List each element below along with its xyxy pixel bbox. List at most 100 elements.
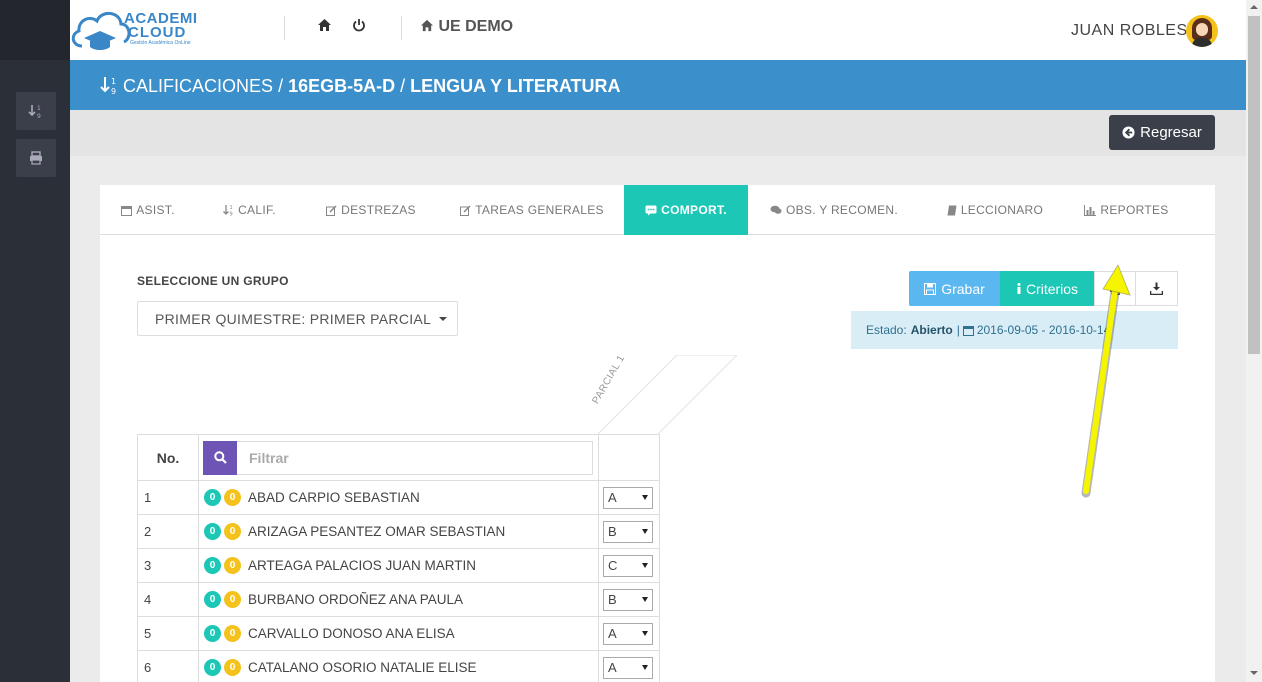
scroll-down-icon[interactable] <box>1250 671 1258 675</box>
count-badge[interactable]: 0 <box>204 659 221 676</box>
page-scrollbar[interactable] <box>1246 0 1262 682</box>
grade-cell: A <box>598 616 660 651</box>
breadcrumb-subject: LENGUA Y LITERATURA <box>410 76 621 96</box>
count-badge[interactable]: 0 <box>224 489 241 506</box>
student-name[interactable]: ABAD CARPIO SEBASTIAN <box>248 490 420 505</box>
grade-value: A <box>608 626 617 641</box>
dropdown-arrow-icon <box>642 563 648 568</box>
page-title: 19 CALIFICACIONES / 16EGB-5A-D / LENGUA … <box>100 75 621 97</box>
count-badge[interactable]: 0 <box>204 489 221 506</box>
logo-text-cloud: CLOUD <box>128 24 187 41</box>
home-icon <box>420 19 434 32</box>
grade-select[interactable]: A <box>603 486 653 509</box>
status-value: Abierto <box>910 323 953 337</box>
divider <box>401 16 402 40</box>
table-row: 6 0 0 CATALANO OSORIO NATALIE ELISE A <box>137 650 660 682</box>
tab-observaciones[interactable]: OBS. Y RECOMEN. <box>748 185 920 235</box>
tab-label: ASIST. <box>136 203 175 217</box>
back-button[interactable]: Regresar <box>1109 115 1215 150</box>
sidebar-header <box>0 0 70 60</box>
grade-value: A <box>608 660 617 675</box>
scrollbar-thumb[interactable] <box>1248 16 1260 354</box>
left-sidebar: 19 <box>0 0 70 682</box>
tab-calificaciones[interactable]: 19 CALIF. <box>196 185 303 235</box>
save-icon <box>924 282 937 295</box>
count-badge[interactable]: 0 <box>224 523 241 540</box>
count-badge[interactable]: 0 <box>224 591 241 608</box>
tab-label: OBS. Y RECOMEN. <box>785 203 899 217</box>
count-badge[interactable]: 0 <box>204 591 221 608</box>
count-badge[interactable]: 0 <box>204 625 221 642</box>
tab-tareas-generales[interactable]: TAREAS GENERALES <box>439 185 625 235</box>
status-prefix: Estado: <box>866 323 907 337</box>
student-name[interactable]: CATALANO OSORIO NATALIE ELISE <box>248 660 477 675</box>
student-name[interactable]: CARVALLO DONOSO ANA ELISA <box>248 626 455 641</box>
sort-numeric-icon: 19 <box>223 205 233 216</box>
institution-label: UE DEMO <box>438 18 514 35</box>
count-badge[interactable]: 0 <box>224 659 241 676</box>
student-cell: 0 0 CARVALLO DONOSO ANA ELISA <box>198 616 599 651</box>
student-name[interactable]: ARIZAGA PESANTEZ OMAR SEBASTIAN <box>248 524 505 539</box>
sort-numeric-icon: 19 <box>28 105 41 119</box>
tab-destrezas[interactable]: DESTREZAS <box>303 185 439 235</box>
count-badge[interactable]: 0 <box>204 557 221 574</box>
tab-asistencia[interactable]: ASIST. <box>100 185 196 235</box>
group-dropdown[interactable]: PRIMER QUIMESTRE: PRIMER PARCIAL <box>137 301 458 336</box>
dropdown-arrow-icon <box>642 597 648 602</box>
grade-select[interactable]: B <box>603 588 653 611</box>
row-number: 5 <box>137 616 199 651</box>
breadcrumb-section: CALIFICACIONES <box>123 76 274 96</box>
calendar-icon <box>962 325 974 336</box>
filter-input[interactable]: Filtrar <box>237 440 593 475</box>
grade-cell: A <box>598 480 660 515</box>
power-icon[interactable] <box>352 18 366 36</box>
comments-icon <box>770 205 782 214</box>
count-badge[interactable]: 0 <box>204 523 221 540</box>
grade-select[interactable]: B <box>603 520 653 543</box>
annotation-arrow <box>1081 263 1131 498</box>
table-row: 2 0 0 ARIZAGA PESANTEZ OMAR SEBASTIAN B <box>137 514 660 549</box>
tab-label: TAREAS GENERALES <box>475 203 604 217</box>
table-row: 5 0 0 CARVALLO DONOSO ANA ELISA A <box>137 616 660 651</box>
grade-value: B <box>608 524 617 539</box>
grade-cell: A <box>598 650 660 682</box>
grade-select[interactable]: A <box>603 622 653 645</box>
download-icon <box>1150 282 1163 295</box>
student-name[interactable]: ARTEAGA PALACIOS JUAN MARTIN <box>248 558 476 573</box>
count-badge[interactable]: 0 <box>224 625 241 642</box>
edit-icon <box>460 204 471 216</box>
search-button[interactable] <box>203 440 237 475</box>
tab-reportes[interactable]: REPORTES <box>1070 185 1183 235</box>
column-header-no: No. <box>137 434 199 481</box>
students-table: No. Filtrar 1 0 0 ABAD CARPIO SEBASTIAN A 2 0 0… <box>137 434 660 682</box>
sidebar-print-button[interactable] <box>16 139 56 177</box>
sidebar-grades-button[interactable]: 19 <box>16 92 56 130</box>
institution-name[interactable]: UE DEMO <box>420 18 513 36</box>
user-name[interactable]: JUAN ROBLES <box>1071 22 1188 40</box>
student-name[interactable]: BURBANO ORDOÑEZ ANA PAULA <box>248 592 463 607</box>
row-number: 6 <box>137 650 199 682</box>
search-icon <box>213 451 227 464</box>
main-panel: ASIST. 19 CALIF. DESTREZAS TAREAS GENERA… <box>100 185 1215 682</box>
comment-icon <box>645 205 657 215</box>
home-icon[interactable] <box>317 18 332 36</box>
scroll-up-icon[interactable] <box>1250 5 1258 9</box>
tab-comportamiento[interactable]: COMPORT. <box>624 185 748 235</box>
tab-leccionario[interactable]: LECCIONARO <box>920 185 1070 235</box>
count-badge[interactable]: 0 <box>224 557 241 574</box>
save-button[interactable]: Grabar <box>909 271 1000 306</box>
dropdown-arrow-icon <box>642 631 648 636</box>
tab-bar: ASIST. 19 CALIF. DESTREZAS TAREAS GENERA… <box>100 185 1215 235</box>
academicloud-logo[interactable]: ACADEMI CLOUD Gestión Académica OnLine <box>70 6 200 52</box>
avatar[interactable] <box>1186 15 1218 47</box>
edit-icon <box>326 204 337 216</box>
breadcrumb-separator: / <box>400 76 406 96</box>
grade-value: B <box>608 592 617 607</box>
grade-cell: B <box>598 582 660 617</box>
grade-cell: B <box>598 514 660 549</box>
grade-select[interactable]: C <box>603 554 653 577</box>
back-button-label: Regresar <box>1140 124 1202 141</box>
grade-select[interactable]: A <box>603 656 653 679</box>
divider <box>284 16 285 40</box>
dropdown-arrow-icon <box>642 665 648 670</box>
